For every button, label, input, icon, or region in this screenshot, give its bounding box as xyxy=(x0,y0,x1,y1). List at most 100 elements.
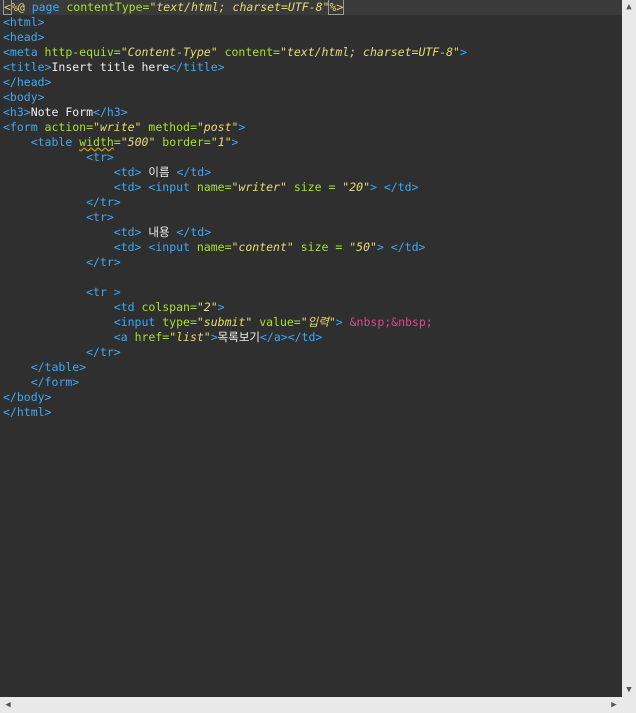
scroll-right-icon[interactable]: ▶ xyxy=(606,697,622,713)
attribute-name: contentType= xyxy=(66,0,150,14)
code-line-26[interactable]: </form> xyxy=(3,375,79,390)
tag-name: <tr> xyxy=(86,210,114,224)
scroll-up-icon[interactable]: ▲ xyxy=(622,0,636,14)
attribute-value: "content" xyxy=(231,240,294,254)
attribute-name: border= xyxy=(155,135,211,149)
code-line-7[interactable]: <body> xyxy=(3,90,45,105)
tag-end: > xyxy=(459,45,467,59)
attribute-value: "50" xyxy=(349,240,377,254)
tag-end: > xyxy=(217,300,225,314)
attribute-value: "Content-Type" xyxy=(120,45,218,59)
tag-name: </tr> xyxy=(86,345,121,359)
attribute-equals: = xyxy=(113,135,121,149)
attribute-value: "20" xyxy=(342,180,370,194)
scroll-down-icon[interactable]: ▼ xyxy=(622,683,636,697)
tag-end: > xyxy=(370,180,377,194)
tag-name: <tr > xyxy=(86,285,121,299)
code-line-20[interactable]: <tr > xyxy=(3,285,121,300)
directive-keyword: page xyxy=(24,0,67,14)
code-line-2[interactable]: <html> xyxy=(3,15,45,30)
attribute-value: "submit" xyxy=(196,315,253,329)
code-line-5[interactable]: <title>Insert title here</title> xyxy=(3,60,225,75)
code-line-12[interactable]: <td> 이름 </td> xyxy=(3,165,211,180)
code-line-9[interactable]: <form action="write" method="post"> xyxy=(3,120,245,135)
attribute-name: size = xyxy=(286,180,343,194)
code-line-24[interactable]: </tr> xyxy=(3,345,121,360)
tag-close: </td> xyxy=(383,180,419,194)
tag-name: <meta xyxy=(3,45,38,59)
text-content: 목록보기 xyxy=(217,330,260,344)
code-line-23[interactable]: <a href="list">목록보기</a></td> xyxy=(3,330,323,345)
tag-close: </td> xyxy=(176,225,212,239)
code-line-3[interactable]: <head> xyxy=(3,30,45,45)
code-line-1[interactable]: <%@ page contentType="text/html; charset… xyxy=(3,0,345,15)
code-line-28[interactable]: </html> xyxy=(3,405,51,420)
code-line-22[interactable]: <input type="submit" value="입력"> &nbsp;&… xyxy=(3,315,433,330)
code-editor[interactable]: <%@ page contentType="text/html; charset… xyxy=(0,0,622,697)
tag-end: > xyxy=(231,135,239,149)
vertical-scrollbar[interactable]: ▲ ▼ xyxy=(622,0,636,697)
code-line-11[interactable]: <tr> xyxy=(3,150,114,165)
attribute-name-warning: width xyxy=(79,135,114,149)
code-line-16[interactable]: <td> 내용 </td> xyxy=(3,225,211,240)
text-content: Insert title here xyxy=(51,60,170,74)
tag-end: > xyxy=(210,330,218,344)
tag-open: <td> xyxy=(113,165,142,179)
tag-end: > xyxy=(376,240,384,254)
tag-name: <table xyxy=(30,135,73,149)
code-line-10[interactable]: <table width="500" border="1"> xyxy=(3,135,239,150)
code-line-27[interactable]: </body> xyxy=(3,390,51,405)
code-line-17[interactable]: <td> <input name="content" size = "50"> … xyxy=(3,240,426,255)
attribute-value: "500" xyxy=(120,135,156,149)
code-line-8[interactable]: <h3>Note Form</h3> xyxy=(3,105,128,120)
tag-close: </h3> xyxy=(93,105,128,119)
tag-open: <td> xyxy=(113,180,142,194)
code-line-18[interactable]: </tr> xyxy=(3,255,121,270)
attribute-name: action= xyxy=(37,120,94,134)
attribute-name: colspan= xyxy=(134,300,197,314)
code-line-15[interactable]: <tr> xyxy=(3,210,114,225)
horizontal-scrollbar[interactable]: ◀ ▶ xyxy=(0,697,622,713)
tag-close: </td> xyxy=(176,165,212,179)
attribute-name: href= xyxy=(127,330,170,344)
code-line-25[interactable]: </table> xyxy=(3,360,86,375)
scroll-left-icon[interactable]: ◀ xyxy=(0,697,16,713)
tag-name: </tr> xyxy=(86,255,121,269)
attribute-value: "1" xyxy=(210,135,232,149)
attribute-name: method= xyxy=(141,120,197,134)
tag-name: <input xyxy=(148,180,190,194)
code-line-21[interactable]: <td colspan="2"> xyxy=(3,300,225,315)
directive-open: < xyxy=(3,0,12,15)
tag-close: </a></td> xyxy=(260,330,323,344)
directive-marker: %@ xyxy=(10,0,25,14)
text-content: 내용 xyxy=(141,225,177,239)
attribute-name: value= xyxy=(252,315,301,329)
attribute-name: type= xyxy=(155,315,197,329)
attribute-name: name= xyxy=(189,180,232,194)
code-line-13[interactable]: <td> <input name="writer" size = "20"> <… xyxy=(3,180,419,195)
tag-end: > xyxy=(238,120,246,134)
tag-name: <form xyxy=(3,120,38,134)
tag-name: </table> xyxy=(30,360,87,374)
code-line-6[interactable]: </head> xyxy=(3,75,51,90)
code-line-4[interactable]: <meta http-equiv="Content-Type" content=… xyxy=(3,45,467,60)
directive-close: %> xyxy=(328,0,345,15)
attribute-value: "text/html; charset=UTF-8" xyxy=(149,0,330,14)
attribute-value: "입력" xyxy=(300,315,336,329)
code-line-14[interactable]: </tr> xyxy=(3,195,121,210)
